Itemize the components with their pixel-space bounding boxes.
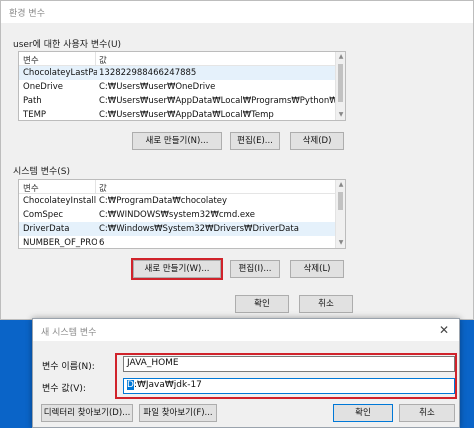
environment-variables-window: 환경 변수 user에 대한 사용자 변수(U) 변수 값 Chocolatey… [0,0,474,320]
row-name: OneDrive [23,82,63,92]
system-variables-list[interactable]: 변수 값 ChocolateyInstall C:₩ProgramData₩ch… [18,179,346,249]
row-value: C:₩Users₩user₩OneDrive [99,82,216,92]
variable-name-label: 변수 이름(N): [42,362,95,372]
user-variables-list[interactable]: 변수 값 ChocolateyLastPat... 13282298846624… [18,51,346,121]
row-name: DriverData [23,224,70,234]
scroll-thumb[interactable] [338,64,343,102]
system-new-button[interactable]: 새로 만들기(W)... [133,260,221,278]
user-variables-header: 변수 값 [19,52,345,66]
table-row[interactable]: Path C:₩Users₩user₩AppData₩Local₩Program… [19,94,345,108]
column-header-name[interactable]: 변수 [23,54,97,66]
column-header-name[interactable]: 변수 [23,182,97,194]
vertical-scrollbar[interactable]: ▲ ▼ [335,180,345,248]
table-row[interactable]: ChocolateyLastPat... 132822988466247885 [19,66,345,80]
system-variables-header: 변수 값 [19,180,345,194]
table-row[interactable]: DriverData C:₩Windows₩System32₩Drivers₩D… [19,222,345,236]
row-value: 6 [99,238,105,248]
system-variables-label: 시스템 변수(S) [13,167,70,177]
row-value: C:₩ProgramData₩chocolatey [99,196,228,206]
row-value: C:₩Users₩user₩AppData₩Local₩Programs₩Pyt… [99,96,341,106]
variable-value-text: :₩Java₩jdk-17 [133,380,202,390]
window-title: 환경 변수 [1,1,473,23]
row-name: ChocolateyInstall [23,196,97,206]
table-row[interactable]: ComSpec C:₩WINDOWS₩system32₩cmd.exe [19,208,345,222]
user-delete-button[interactable]: 삭제(D) [290,132,344,150]
selected-text: D [127,380,134,390]
variable-name-value: JAVA_HOME [127,358,179,368]
dialog-titlebar: 새 시스템 변수 ✕ [33,319,459,341]
scroll-down-icon[interactable]: ▼ [337,111,345,119]
table-row[interactable]: NUMBER_OF_PRO... 6 [19,236,345,248]
user-new-button[interactable]: 새로 만들기(N)... [132,132,222,150]
user-edit-button[interactable]: 편집(E)... [230,132,280,150]
browse-directory-button[interactable]: 디렉터리 찾아보기(D)... [41,404,133,422]
variable-value-input[interactable]: D:₩Java₩jdk-17 [123,378,455,394]
dialog-cancel-button[interactable]: 취소 [399,404,455,422]
scroll-up-icon[interactable]: ▲ [337,53,345,61]
row-name: TEMP [23,110,47,120]
ok-button[interactable]: 확인 [235,295,289,313]
row-value: C:₩WINDOWS₩system32₩cmd.exe [99,210,255,220]
scroll-thumb[interactable] [338,192,343,210]
variable-name-input[interactable]: JAVA_HOME [123,356,455,372]
close-icon[interactable]: ✕ [439,323,449,337]
column-header-value[interactable]: 값 [99,182,341,194]
row-name: ChocolateyLastPat... [23,68,97,78]
row-value: 132822988466247885 [99,68,197,78]
row-name: Path [23,96,42,106]
new-system-variable-dialog: 새 시스템 변수 ✕ 변수 이름(N): JAVA_HOME 변수 값(V): … [32,318,460,428]
dialog-ok-button[interactable]: 확인 [333,404,393,422]
cancel-button[interactable]: 취소 [299,295,353,313]
system-delete-button[interactable]: 삭제(L) [290,260,344,278]
row-name: NUMBER_OF_PRO... [23,238,97,248]
row-name: ComSpec [23,210,64,220]
table-row[interactable]: ChocolateyInstall C:₩ProgramData₩chocola… [19,194,345,208]
table-row[interactable]: TEMP C:₩Users₩user₩AppData₩Local₩Temp [19,108,345,120]
row-value: C:₩Windows₩System32₩Drivers₩DriverData [99,224,299,234]
user-variables-label: user에 대한 사용자 변수(U) [13,40,122,50]
variable-value-label: 변수 값(V): [42,384,86,394]
scroll-up-icon[interactable]: ▲ [337,181,345,189]
column-header-value[interactable]: 값 [99,54,341,66]
table-row[interactable]: OneDrive C:₩Users₩user₩OneDrive [19,80,345,94]
system-edit-button[interactable]: 편집(I)... [230,260,280,278]
vertical-scrollbar[interactable]: ▲ ▼ [335,52,345,120]
scroll-down-icon[interactable]: ▼ [337,239,345,247]
dialog-title: 새 시스템 변수 [41,328,97,338]
row-value: C:₩Users₩user₩AppData₩Local₩Temp [99,110,274,120]
browse-file-button[interactable]: 파일 찾아보기(F)... [139,404,217,422]
